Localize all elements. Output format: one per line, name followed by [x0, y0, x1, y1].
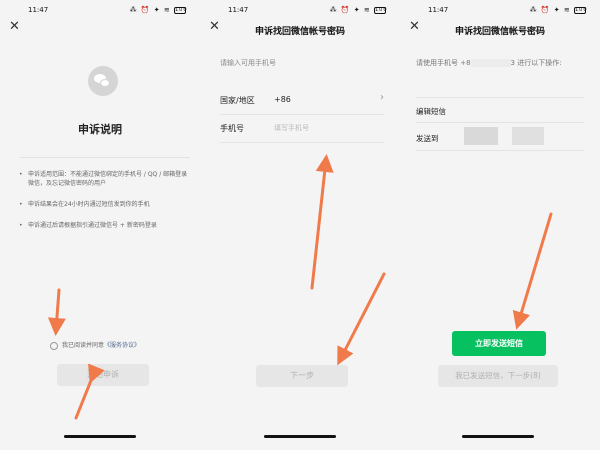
redacted-number [470, 59, 511, 67]
send-to-label: 发送到 [416, 134, 439, 143]
status-time: 11:47 [428, 6, 449, 14]
page-title: 申诉找回微信帐号密码 [254, 27, 345, 37]
country-selector[interactable]: 国家/地区 +86 › [220, 86, 384, 114]
phone-hint: 请输入可用手机号 [220, 59, 276, 67]
edit-sms-label: 编辑短信 [416, 107, 446, 116]
chevron-right-icon: › [380, 92, 384, 103]
status-time: 11:47 [228, 6, 249, 14]
agree-text: 我已阅读并同意 [62, 342, 105, 349]
divider [416, 150, 584, 151]
phone-entry-screen: 11:47 ⁂ ⏰ ✦ ≋ 100 ✕ 申诉找回微信帐号密码 请输入可用手机号 … [200, 0, 400, 450]
sms-instruction: 请使用手机号 +8 3 进行以下操作: [416, 59, 562, 67]
redacted-recipient [512, 127, 544, 145]
home-indicator [264, 435, 336, 438]
country-code: +86 [274, 95, 291, 104]
agree-radio[interactable] [50, 341, 58, 350]
status-bar: 11:47 ⁂ ⏰ ✦ ≋ 100 [200, 5, 400, 17]
phone-input[interactable]: 填写手机号 [274, 123, 309, 133]
note-item: • 申诉适用范围：不能通过微信绑定的手机号 / QQ / 邮箱登录微信，及忘记微信… [19, 171, 188, 187]
divider [416, 122, 584, 123]
start-appeal-button[interactable]: 开始申诉 [57, 364, 149, 386]
page-title: 申诉说明 [78, 123, 122, 136]
status-bar: 11:47 ⁂ ⏰ ✦ ≋ 100 [400, 5, 600, 17]
agreement-row[interactable]: 我已阅读并同意《服务协议》 [50, 340, 140, 350]
phone-row[interactable]: 手机号 填写手机号 [220, 114, 384, 142]
sms-sent-next-button[interactable]: 我已发送短信，下一步(8) [438, 365, 558, 387]
phone-label: 手机号 [220, 124, 244, 133]
appeal-intro-screen: 11:47 ⁂ ⏰ ✦ ≋ 100 ✕ 申诉说明 • 申诉适用范围：不能通过微信绑… [0, 0, 200, 450]
battery-icon: 100 [374, 6, 388, 14]
wechat-logo-icon [88, 66, 118, 96]
status-icons: ⁂ ⏰ ✦ ≋ [329, 6, 371, 14]
divider [220, 142, 384, 143]
appeal-notes: • 申诉适用范围：不能通过微信绑定的手机号 / QQ / 邮箱登录微信，及忘记微信… [16, 170, 190, 242]
battery-icon: 100 [174, 6, 188, 14]
battery-icon: 100 [574, 6, 588, 14]
close-icon[interactable]: ✕ [9, 20, 20, 33]
page-title: 申诉找回微信帐号密码 [454, 27, 545, 37]
status-bar: 11:47 ⁂ ⏰ ✦ ≋ 100 [0, 5, 200, 17]
divider [416, 97, 584, 98]
redacted-recipient [464, 127, 498, 145]
status-time: 11:47 [28, 6, 49, 14]
home-indicator [462, 435, 534, 438]
send-sms-button[interactable]: 立即发送短信 [452, 331, 546, 356]
country-label: 国家/地区 [220, 96, 255, 105]
send-sms-screen: 11:47 ⁂ ⏰ ✦ ≋ 100 ✕ 申诉找回微信帐号密码 请使用手机号 +8… [400, 0, 600, 450]
next-button[interactable]: 下一步 [256, 365, 348, 387]
status-icons: ⁂ ⏰ ✦ ≋ [129, 6, 171, 14]
status-icons: ⁂ ⏰ ✦ ≋ [529, 6, 571, 14]
service-agreement-link[interactable]: 《服务协议》 [104, 342, 140, 349]
note-item: • 申诉通过后请根据指引通过微信号 + 新密码登录 [19, 222, 157, 229]
home-indicator [64, 435, 136, 438]
note-item: • 申诉结果会在24小时内通过短信发到你的手机 [19, 201, 150, 208]
divider [20, 157, 190, 158]
